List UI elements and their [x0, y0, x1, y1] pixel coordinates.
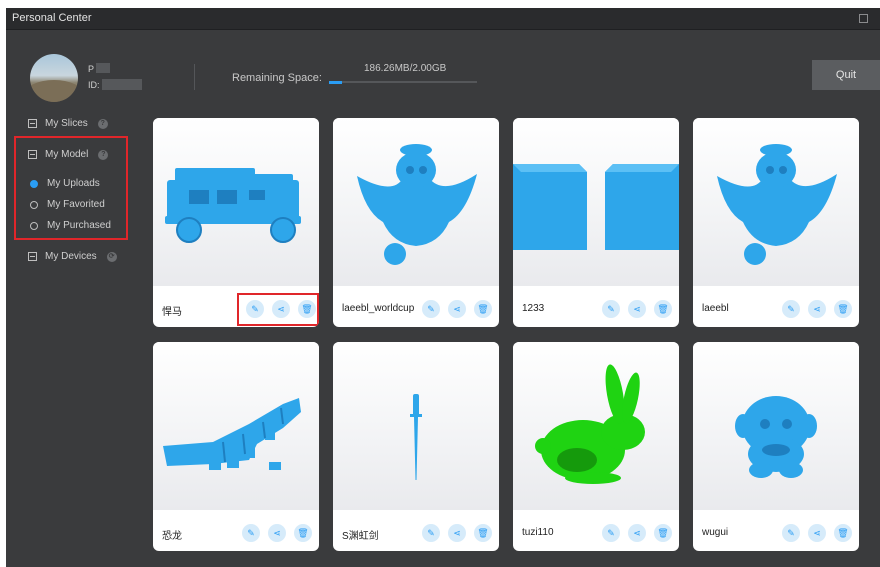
- model-actions: ✎ ⋖ 🗑: [422, 524, 492, 542]
- share-icon[interactable]: ⋖: [808, 524, 826, 542]
- avatar[interactable]: [30, 54, 78, 102]
- sidebar-item-label: My Devices: [45, 251, 97, 262]
- model-thumbnail[interactable]: [693, 342, 859, 510]
- header-divider: [194, 64, 195, 90]
- edit-icon[interactable]: ✎: [602, 300, 620, 318]
- storage-bar-fill: [329, 81, 342, 84]
- model-thumbnail[interactable]: [513, 342, 679, 510]
- radio-icon: [30, 221, 38, 230]
- collapse-icon: [28, 119, 37, 128]
- model-card[interactable]: tuzi110 ✎ ⋖ 🗑: [513, 342, 679, 551]
- sidebar-subitem-label: My Purchased: [47, 220, 111, 231]
- quit-button[interactable]: Quit: [812, 60, 880, 90]
- remaining-space-value: 186.26MB/2.00GB: [364, 63, 447, 74]
- highlight-box-actions: [237, 293, 319, 326]
- model-thumbnail[interactable]: [333, 118, 499, 286]
- model-thumbnail[interactable]: [153, 342, 319, 510]
- edit-icon[interactable]: ✎: [422, 524, 440, 542]
- collapse-icon: [28, 252, 37, 261]
- model-name: tuzi110: [522, 527, 554, 538]
- storage-bar-track: [329, 81, 477, 83]
- redaction-block: [102, 79, 142, 90]
- delete-icon[interactable]: 🗑: [474, 300, 492, 318]
- model-actions: ✎ ⋖ 🗑: [242, 524, 312, 542]
- share-icon[interactable]: ⋖: [808, 300, 826, 318]
- edit-icon[interactable]: ✎: [602, 524, 620, 542]
- sidebar-subitem-label: My Uploads: [47, 178, 100, 189]
- sidebar-item-my-devices[interactable]: My Devices ⟳: [28, 251, 117, 262]
- personal-center-window: Personal Center P ID: 7 Remaining Space:…: [6, 8, 880, 567]
- model-actions: ✎ ⋖ 🗑: [602, 300, 672, 318]
- sidebar-item-my-slices[interactable]: My Slices ?: [28, 118, 108, 129]
- sidebar-subitem-label: My Favorited: [47, 199, 105, 210]
- edit-icon[interactable]: ✎: [242, 524, 260, 542]
- delete-icon[interactable]: 🗑: [834, 524, 852, 542]
- refresh-icon[interactable]: ⟳: [106, 251, 117, 262]
- sidebar-item-my-model[interactable]: My Model ?: [28, 149, 109, 160]
- sidebar-item-label: My Slices: [45, 118, 88, 129]
- model-thumbnail[interactable]: [333, 342, 499, 510]
- delete-icon[interactable]: 🗑: [654, 524, 672, 542]
- model-card[interactable]: 1233 ✎ ⋖ 🗑: [513, 118, 679, 327]
- model-thumbnail[interactable]: [513, 118, 679, 286]
- radio-icon: [30, 200, 38, 209]
- delete-icon[interactable]: 🗑: [654, 300, 672, 318]
- delete-icon[interactable]: 🗑: [474, 524, 492, 542]
- model-name: 悍马: [162, 307, 182, 318]
- model-card[interactable]: wugui ✎ ⋖ 🗑: [693, 342, 859, 551]
- model-actions: ✎ ⋖ 🗑: [602, 524, 672, 542]
- model-thumbnail[interactable]: [693, 118, 859, 286]
- title-bar: Personal Center: [6, 8, 880, 30]
- model-card[interactable]: S渊虹剑 ✎ ⋖ 🗑: [333, 342, 499, 551]
- model-thumbnail[interactable]: [153, 118, 319, 286]
- model-card[interactable]: laeebl ✎ ⋖ 🗑: [693, 118, 859, 327]
- model-actions: ✎ ⋖ 🗑: [422, 300, 492, 318]
- model-name: laeebl_worldcup: [342, 303, 415, 314]
- share-icon[interactable]: ⋖: [628, 524, 646, 542]
- share-icon[interactable]: ⋖: [448, 524, 466, 542]
- sidebar-subitem-my-favorited[interactable]: My Favorited: [30, 199, 105, 210]
- model-card[interactable]: laeebl_worldcup ✎ ⋖ 🗑: [333, 118, 499, 327]
- model-card[interactable]: 悍马 ✎ ⋖ 🗑: [153, 118, 319, 327]
- edit-icon[interactable]: ✎: [782, 524, 800, 542]
- help-icon[interactable]: ?: [98, 149, 109, 160]
- help-icon[interactable]: ?: [97, 118, 108, 129]
- edit-icon[interactable]: ✎: [422, 300, 440, 318]
- sidebar-subitem-my-purchased[interactable]: My Purchased: [30, 220, 111, 231]
- model-name: S渊虹剑: [342, 531, 379, 542]
- maximize-icon[interactable]: [859, 14, 868, 23]
- redaction-block: [96, 63, 110, 73]
- sidebar-item-label: My Model: [45, 149, 89, 160]
- remaining-space-label: Remaining Space:: [232, 72, 322, 84]
- share-icon[interactable]: ⋖: [448, 300, 466, 318]
- window-title: Personal Center: [12, 12, 92, 24]
- radio-selected-icon: [30, 179, 38, 188]
- delete-icon[interactable]: 🗑: [834, 300, 852, 318]
- model-name: wugui: [702, 527, 729, 538]
- delete-icon[interactable]: 🗑: [294, 524, 312, 542]
- user-name: P: [88, 64, 95, 74]
- model-card[interactable]: 恐龙 ✎ ⋖ 🗑: [153, 342, 319, 551]
- collapse-icon: [28, 150, 37, 159]
- model-actions: ✎ ⋖ 🗑: [782, 524, 852, 542]
- model-name: laeebl: [702, 303, 729, 314]
- model-actions: ✎ ⋖ 🗑: [782, 300, 852, 318]
- model-name: 1233: [522, 303, 545, 314]
- edit-icon[interactable]: ✎: [782, 300, 800, 318]
- model-name: 恐龙: [162, 531, 182, 542]
- share-icon[interactable]: ⋖: [628, 300, 646, 318]
- sidebar-subitem-my-uploads[interactable]: My Uploads: [30, 178, 100, 189]
- share-icon[interactable]: ⋖: [268, 524, 286, 542]
